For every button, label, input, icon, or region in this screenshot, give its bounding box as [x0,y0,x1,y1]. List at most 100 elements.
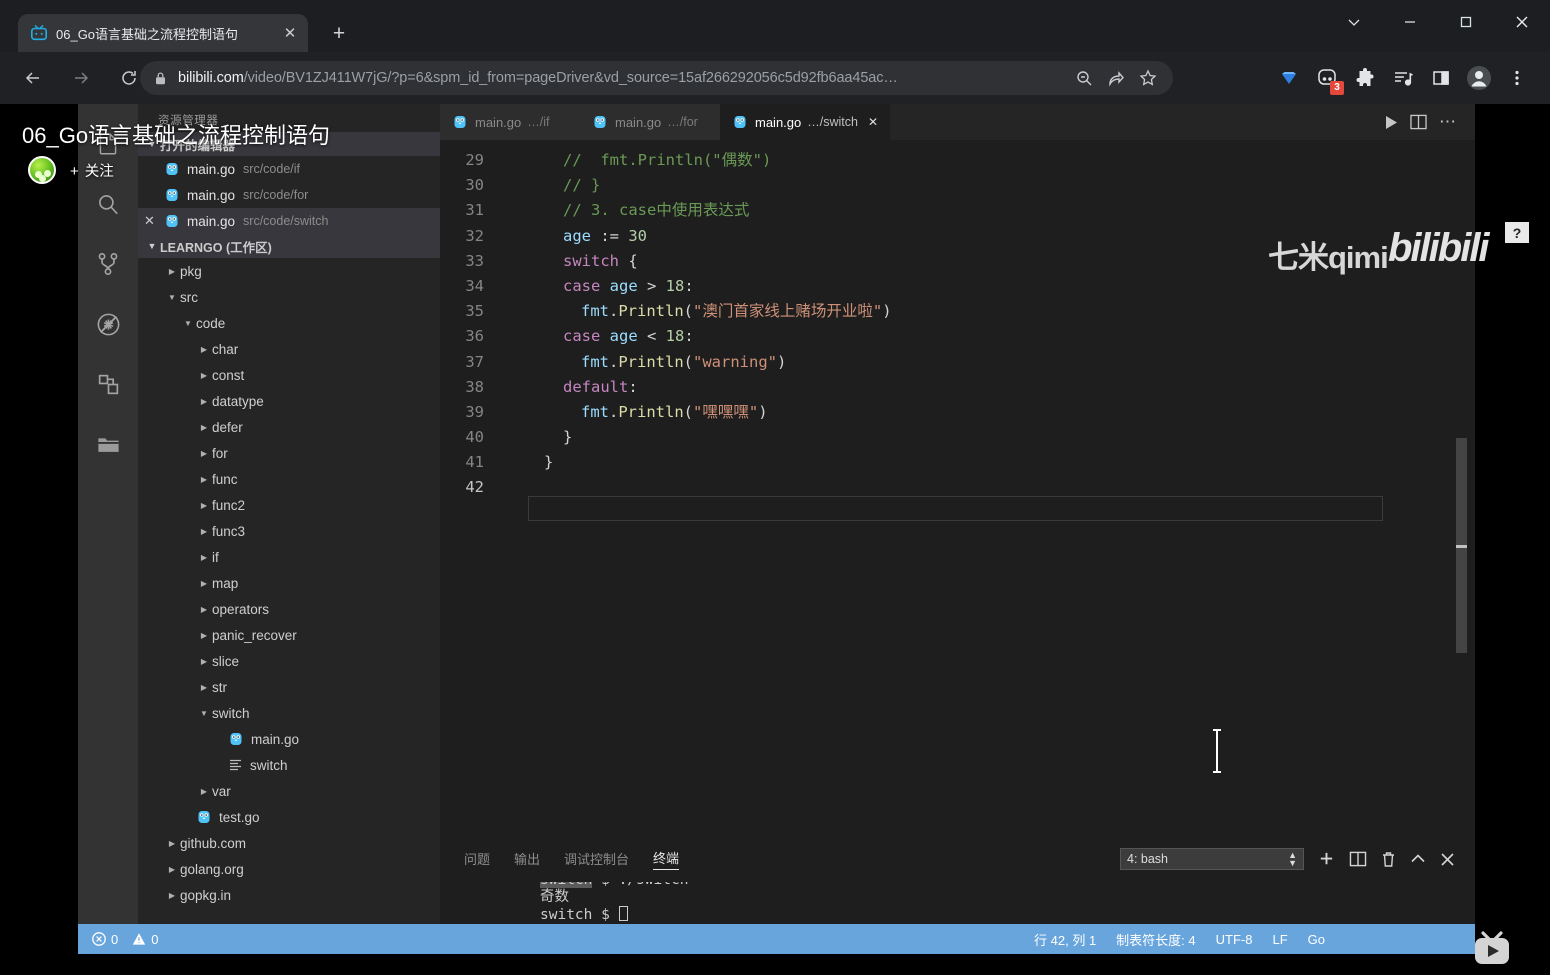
tree-item-defer[interactable]: ▶ defer [138,414,440,440]
tree-item-golang.org[interactable]: ▶ golang.org [138,856,440,882]
tree-item-func[interactable]: ▶ func [138,466,440,492]
chevron-right-icon[interactable]: ▶ [196,527,212,536]
chevron-right-icon[interactable]: ▶ [196,605,212,614]
tree-item-code[interactable]: ▼ code [138,310,440,336]
side-panel-icon[interactable] [1422,61,1460,95]
editor-tab[interactable]: main.go …/for [580,104,720,140]
terminal-selector[interactable]: 4: bash ▲ ▼ [1120,848,1304,870]
tree-item-panic_recover[interactable]: ▶ panic_recover [138,622,440,648]
tree-item-switch[interactable]: ▼ switch [138,700,440,726]
maximize-button[interactable] [1438,0,1494,44]
warning-count-icon[interactable]: 0 [132,932,158,947]
minimize-button[interactable] [1382,0,1438,44]
chevron-right-icon[interactable]: ▶ [164,267,180,276]
panel-tab[interactable]: 问题 [464,849,490,870]
panel-tab[interactable]: 调试控制台 [564,849,629,870]
tab-size[interactable]: 制表符长度: 4 [1116,930,1195,949]
new-terminal-icon[interactable] [1318,851,1335,868]
new-tab-button[interactable]: + [325,21,353,49]
tree-item-datatype[interactable]: ▶ datatype [138,388,440,414]
close-icon[interactable]: ✕ [144,213,164,229]
chevron-right-icon[interactable]: ▶ [196,501,212,510]
help-badge-icon[interactable]: ? [1505,222,1529,243]
error-count-icon[interactable]: 0 [92,932,118,947]
avatar[interactable] [28,156,56,184]
maximize-panel-icon[interactable] [1410,852,1426,866]
uploader-block[interactable]: + 关注 [28,156,114,184]
tree-item-slice[interactable]: ▶ slice [138,648,440,674]
media-list-icon[interactable] [1384,61,1422,95]
encoding[interactable]: UTF-8 [1216,932,1253,947]
run-debug-icon[interactable] [78,294,138,354]
open-editor-row[interactable]: main.go src/code/if [138,156,440,182]
chevron-right-icon[interactable]: ▶ [196,579,212,588]
chevron-right-icon[interactable]: ▶ [196,475,212,484]
language-mode[interactable]: Go [1308,932,1325,947]
open-editor-row[interactable]: ✕ main.go src/code/switch [138,208,440,234]
remote-folder-icon[interactable] [78,414,138,474]
panel-tab[interactable]: 终端 [653,848,680,870]
tree-item-github.com[interactable]: ▶ github.com [138,830,440,856]
panel-tab[interactable]: 输出 [514,849,540,870]
chevron-right-icon[interactable]: ▶ [196,553,212,562]
browser-tab[interactable]: 06_Go语言基础之流程控制语句 ✕ [18,14,308,52]
panda-extension-icon[interactable]: 3 [1308,61,1346,95]
chevron-down-icon[interactable] [1326,0,1382,44]
tree-item-gopkg.in[interactable]: ▶ gopkg.in [138,882,440,908]
puzzle-extensions-icon[interactable] [1346,61,1384,95]
chevron-right-icon[interactable]: ▶ [196,657,212,666]
chevron-down-icon[interactable]: ▼ [196,709,212,718]
close-icon[interactable]: ✕ [280,23,300,43]
chevron-right-icon[interactable]: ▶ [164,839,180,848]
forward-icon[interactable] [62,59,100,97]
tree-item-pkg[interactable]: ▶ pkg [138,258,440,284]
chevron-right-icon[interactable]: ▶ [196,449,212,458]
star-icon[interactable] [1133,64,1163,92]
tree-item-operators[interactable]: ▶ operators [138,596,440,622]
video-stage[interactable]: 资源管理器 ▼ 打开的编辑器 main.go src/code/if main.go… [0,104,1550,975]
chevron-right-icon[interactable]: ▶ [164,865,180,874]
chevron-right-icon[interactable]: ▶ [196,423,212,432]
tree-item-switch[interactable]: switch [138,752,440,778]
tree-item-func3[interactable]: ▶ func3 [138,518,440,544]
share-icon[interactable] [1101,64,1131,92]
split-editor-icon[interactable] [1410,114,1427,130]
tree-item-for[interactable]: ▶ for [138,440,440,466]
chevron-right-icon[interactable]: ▶ [196,371,212,380]
editor-tab[interactable]: main.go …/if [440,104,580,140]
follow-button[interactable]: + 关注 [70,160,114,181]
vscode-activity-bar[interactable] [78,104,138,924]
kill-terminal-icon[interactable] [1381,851,1396,868]
tree-item-str[interactable]: ▶ str [138,674,440,700]
extensions-icon[interactable] [78,354,138,414]
chevron-right-icon[interactable]: ▶ [196,397,212,406]
tree-item-char[interactable]: ▶ char [138,336,440,362]
tree-item-if[interactable]: ▶ if [138,544,440,570]
kebab-menu-icon[interactable] [1498,61,1536,95]
tree-item-const[interactable]: ▶ const [138,362,440,388]
chevron-right-icon[interactable]: ▶ [196,345,212,354]
bilibili-tv-icon[interactable] [1466,924,1518,975]
chevron-down-icon[interactable]: ▼ [164,293,180,302]
zoom-out-icon[interactable] [1069,64,1099,92]
tree-item-main.go[interactable]: main.go [138,726,440,752]
tree-item-test.go[interactable]: test.go [138,804,440,830]
gem-extension-icon[interactable] [1270,61,1308,95]
close-panel-icon[interactable] [1440,852,1455,867]
chevron-right-icon[interactable]: ▶ [196,631,212,640]
source-control-icon[interactable] [78,234,138,294]
tree-item-func2[interactable]: ▶ func2 [138,492,440,518]
cursor-position[interactable]: 行 42, 列 1 [1034,930,1096,949]
close-icon[interactable]: ✕ [868,115,878,129]
tree-item-var[interactable]: ▶ var [138,778,440,804]
eol[interactable]: LF [1272,932,1287,947]
run-icon[interactable] [1384,115,1398,130]
chevron-down-icon[interactable]: ▼ [180,319,196,328]
split-terminal-icon[interactable] [1349,851,1367,867]
tree-item-map[interactable]: ▶ map [138,570,440,596]
chevron-right-icon[interactable]: ▶ [196,787,212,796]
workspace-header[interactable]: ▼ LEARNGO (工作区) [138,234,440,258]
back-icon[interactable] [14,59,52,97]
terminal-output[interactable]: switch $ go buildswitch $ ./switch中指swit… [440,882,1475,924]
open-editor-row[interactable]: main.go src/code/for [138,182,440,208]
